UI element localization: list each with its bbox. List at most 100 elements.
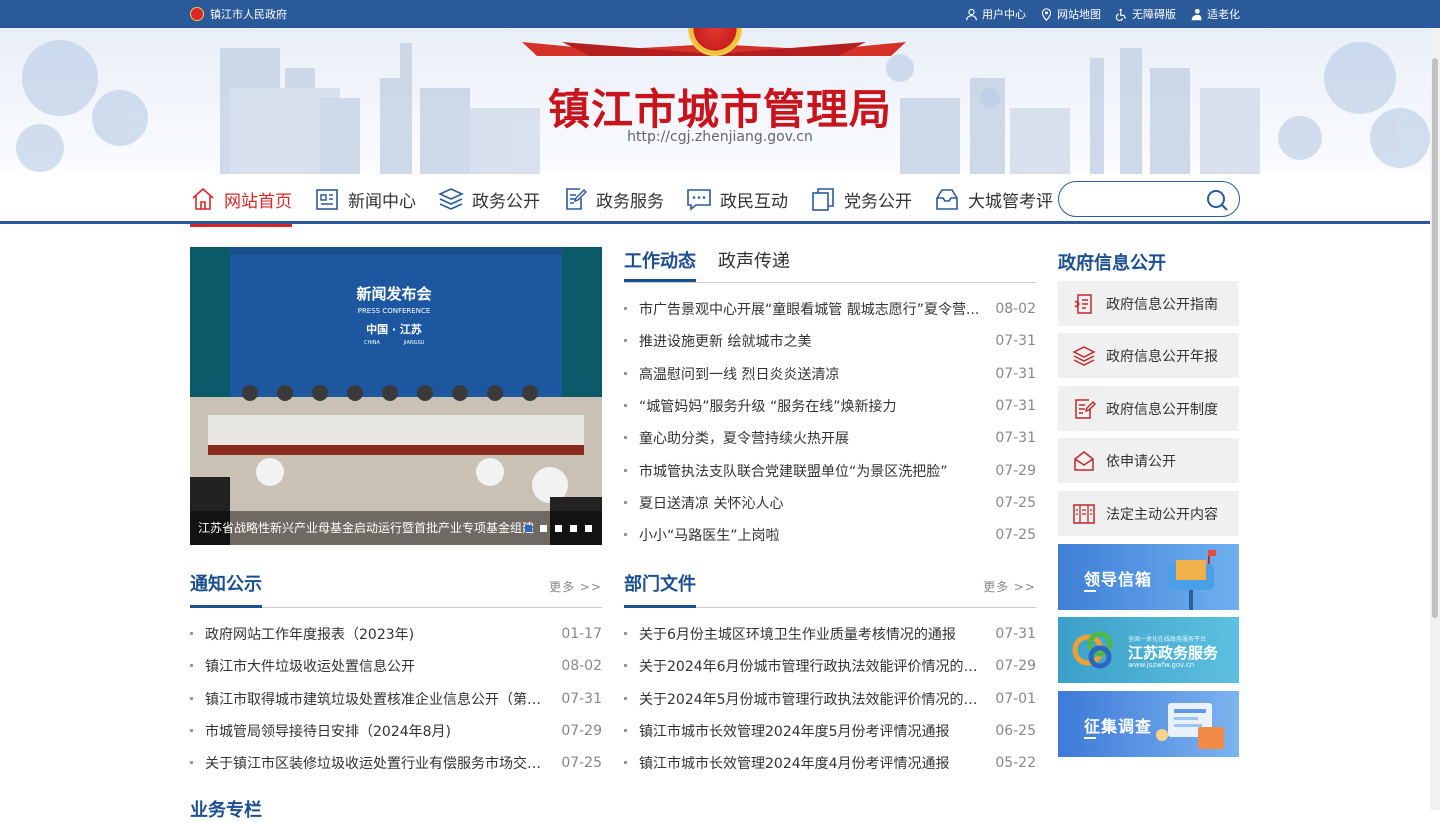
gov-home-link[interactable]: 镇江市人民政府 <box>190 6 287 22</box>
list-item[interactable]: 关于镇江市区装修垃圾收运处置行业有偿服务市场交易参... 07-25 <box>190 747 602 779</box>
more-link[interactable]: 更多 >> <box>983 578 1036 595</box>
news-date: 07-31 <box>995 365 1036 382</box>
nav-evaluation[interactable]: 大城管考评 <box>934 174 1053 224</box>
nav-gov-affairs-label: 政务公开 <box>472 191 540 212</box>
list-item[interactable]: “城管妈妈”服务升级 “服务在线”焕新接力 07-31 <box>624 390 1036 422</box>
notice-title[interactable]: 关于镇江市区装修垃圾收运处置行业有偿服务市场交易参... <box>190 753 552 773</box>
apply-disclosure-button[interactable]: 依申请公开 <box>1058 438 1239 483</box>
dept-docs-list: 关于6月份主城区环境卫生作业质量考核情况的通报 07-31 关于2024年6月份城… <box>624 618 1036 779</box>
list-item[interactable]: 镇江市城市长效管理2024年度4月份考评情况通报 05-22 <box>624 747 1036 779</box>
page-scrollbar[interactable] <box>1430 28 1440 810</box>
jiangsu-gov-service-banner[interactable]: 全国一体化在线政务服务平台 江苏政务服务 www.jszwfw.gov.cn <box>1058 617 1239 683</box>
copy-icon <box>812 188 834 211</box>
survey-banner[interactable]: 征集调查 <box>1058 691 1239 757</box>
search-icon[interactable] <box>1205 188 1229 212</box>
dept-docs-header: 部门文件 更多 >> <box>624 570 1036 608</box>
notice-title[interactable]: 政府网站工作年度报表（2023年) <box>190 624 552 644</box>
list-item[interactable]: 夏日送清凉 关怀沁人心 07-25 <box>624 487 1036 519</box>
doc-title[interactable]: 关于2024年5月份城市管理行政执法效能评价情况的通报 <box>624 689 986 709</box>
nav-gov-affairs[interactable]: 政务公开 <box>438 174 540 224</box>
news-title[interactable]: 推进设施更新 绘就城市之美 <box>624 331 986 351</box>
news-title[interactable]: 市广告景观中心开展“童眼看城管 靓城志愿行”夏令营... <box>624 299 986 319</box>
notice-title[interactable]: 镇江市取得城市建筑垃圾处置核准企业信息公开（第一批) <box>190 689 552 709</box>
doc-title[interactable]: 关于6月份主城区环境卫生作业质量考核情况的通报 <box>624 624 986 644</box>
tab-policy-voice[interactable]: 政声传递 <box>718 247 790 282</box>
news-title[interactable]: 市城管执法支队联合党建联盟单位“为景区洗把脸” <box>624 461 986 481</box>
list-item[interactable]: 镇江市取得城市建筑垃圾处置核准企业信息公开（第一批) 07-31 <box>190 683 602 715</box>
news-date: 07-25 <box>995 494 1036 511</box>
carousel-dot[interactable] <box>540 525 547 532</box>
mail-icon <box>1074 450 1094 471</box>
list-item[interactable]: 关于2024年6月份城市管理行政执法效能评价情况的通报 07-29 <box>624 650 1036 682</box>
news-title[interactable]: 夏日送清凉 关怀沁人心 <box>624 493 986 513</box>
gov-info-guide-button[interactable]: 政府信息公开指南 <box>1058 281 1239 326</box>
list-item[interactable]: 推进设施更新 绘就城市之美 07-31 <box>624 325 1036 357</box>
news-icon <box>316 189 338 210</box>
doc-title[interactable]: 镇江市城市长效管理2024年度5月份考评情况通报 <box>624 721 986 741</box>
list-item[interactable]: 市广告景观中心开展“童眼看城管 靓城志愿行”夏令营... 08-02 <box>624 293 1036 325</box>
site-title: 镇江市城市管理局 <box>547 85 892 134</box>
carousel-dot[interactable] <box>555 525 562 532</box>
accessibility-label: 无障碍版 <box>1132 8 1176 21</box>
columns-icon <box>1073 503 1095 524</box>
list-item[interactable]: 童心助分类，夏令营持续火热开展 07-31 <box>624 422 1036 454</box>
sitemap-link[interactable]: 网站地图 <box>1040 6 1101 22</box>
notice-title[interactable]: 镇江市大件垃圾收运处置信息公开 <box>190 656 552 676</box>
accessibility-icon <box>1115 8 1127 21</box>
gov-info-title: 政府信息公开 <box>1058 253 1166 274</box>
gov-info-annual-report-button[interactable]: 政府信息公开年报 <box>1058 333 1239 378</box>
carousel-dot[interactable] <box>570 525 577 532</box>
elder-mode-label: 适老化 <box>1207 8 1240 21</box>
news-carousel[interactable]: 新闻发布会 PRESS CONFERENCE 中国 · 江苏 CHINA JIA… <box>190 247 602 545</box>
list-item[interactable]: 高温慰问到一线 烈日炎炎送清凉 07-31 <box>624 358 1036 390</box>
nav-news[interactable]: 新闻中心 <box>314 174 416 224</box>
list-item[interactable]: 政府网站工作年度报表（2023年) 01-17 <box>190 618 602 650</box>
list-item[interactable]: 镇江市城市长效管理2024年度5月份考评情况通报 06-25 <box>624 715 1036 747</box>
list-item[interactable]: 市城管执法支队联合党建联盟单位“为景区洗把脸” 07-29 <box>624 454 1036 486</box>
button-label: 政府信息公开年报 <box>1106 348 1218 365</box>
news-title[interactable]: “城管妈妈”服务升级 “服务在线”焕新接力 <box>624 396 986 416</box>
promo-url: www.jszwfw.gov.cn <box>1128 661 1195 669</box>
statutory-disclosure-button[interactable]: 法定主动公开内容 <box>1058 491 1239 536</box>
elder-mode-link[interactable]: 适老化 <box>1190 6 1240 22</box>
user-center-link[interactable]: 用户中心 <box>965 6 1026 22</box>
gov-info-policy-button[interactable]: 政府信息公开制度 <box>1058 386 1239 431</box>
search-input[interactable] <box>1073 190 1203 210</box>
nav-gov-services[interactable]: 政务服务 <box>562 174 664 224</box>
doc-title[interactable]: 镇江市城市长效管理2024年度4月份考评情况通报 <box>624 753 986 773</box>
news-date: 07-25 <box>995 527 1036 544</box>
board-title-cn: 新闻发布会 <box>356 285 431 303</box>
nav-home[interactable]: 网站首页 <box>190 174 292 227</box>
button-label: 政府信息公开制度 <box>1106 401 1218 418</box>
policy-icon <box>1075 398 1096 419</box>
tab-work-news[interactable]: 工作动态 <box>624 247 696 282</box>
doc-date: 05-22 <box>995 755 1036 772</box>
list-item[interactable]: 关于6月份主城区环境卫生作业质量考核情况的通报 07-31 <box>624 618 1036 650</box>
section-title: 部门文件 <box>624 570 696 608</box>
carousel-dot[interactable] <box>525 525 532 532</box>
list-item[interactable]: 关于2024年5月份城市管理行政执法效能评价情况的通报 07-01 <box>624 683 1036 715</box>
scrollbar-thumb[interactable] <box>1432 58 1438 618</box>
site-url: http://cgj.zhenjiang.gov.cn <box>627 129 813 145</box>
news-title[interactable]: 小小“马路医生”上岗啦 <box>624 525 986 545</box>
accessibility-link[interactable]: 无障碍版 <box>1115 6 1176 22</box>
leader-mailbox-banner[interactable]: 领导信箱 <box>1058 544 1239 610</box>
notice-title[interactable]: 市城管局领导接待日安排（2024年8月) <box>190 721 552 741</box>
doc-title[interactable]: 关于2024年6月份城市管理行政执法效能评价情况的通报 <box>624 656 986 676</box>
news-title[interactable]: 童心助分类，夏令营持续火热开展 <box>624 428 986 448</box>
nav-party-affairs[interactable]: 党务公开 <box>810 174 912 224</box>
news-title[interactable]: 高温慰问到一线 烈日炎炎送清凉 <box>624 364 986 384</box>
list-item[interactable]: 小小“马路医生”上岗啦 07-25 <box>624 519 1036 551</box>
list-item[interactable]: 镇江市大件垃圾收运处置信息公开 08-02 <box>190 650 602 682</box>
list-item[interactable]: 市城管局领导接待日安排（2024年8月) 07-29 <box>190 715 602 747</box>
news-date: 07-31 <box>995 398 1036 415</box>
nav-interaction[interactable]: 政民互动 <box>686 174 788 224</box>
layers-icon <box>438 188 464 210</box>
board-place-en-2: JIANGSU <box>403 340 425 346</box>
news-date: 07-31 <box>995 430 1036 447</box>
guide-icon <box>1074 293 1092 314</box>
more-link[interactable]: 更多 >> <box>549 578 602 595</box>
carousel-dot[interactable] <box>585 525 592 532</box>
gov-home-label: 镇江市人民政府 <box>210 8 287 21</box>
button-label: 政府信息公开指南 <box>1106 296 1218 313</box>
